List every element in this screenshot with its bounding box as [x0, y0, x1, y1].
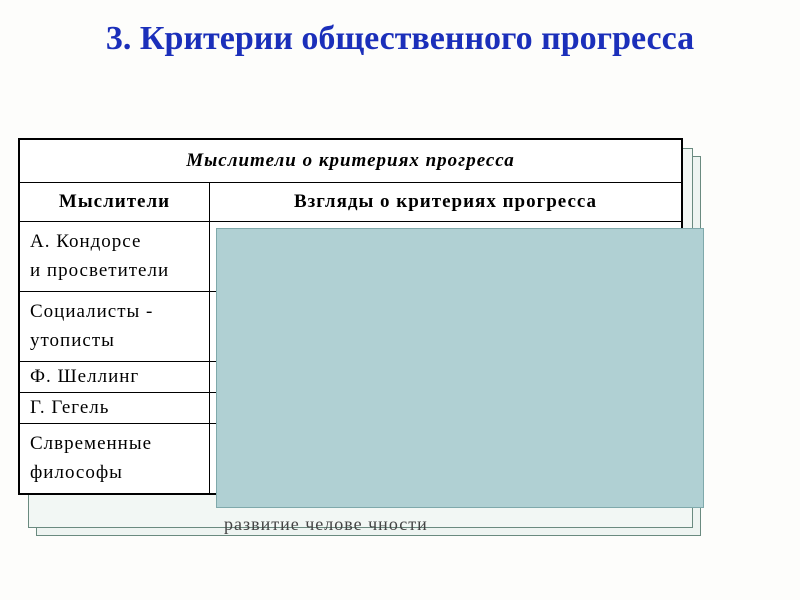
- thinker-cell: А. Кондорсеи просветители: [20, 222, 210, 292]
- thinker-cell: Г. Гегель: [20, 393, 210, 424]
- thinker-cell: Слвременныефилософы: [20, 424, 210, 494]
- table-caption-row: Мыслители о критериях прогресса: [20, 140, 682, 183]
- slide-title: 3. Критерии общественного прогресса: [0, 0, 800, 71]
- obscured-bottom-text: развитие челове чности: [224, 514, 428, 535]
- covering-rectangle: [216, 228, 704, 508]
- table-caption: Мыслители о критериях прогресса: [20, 140, 682, 183]
- header-thinkers: Мыслители: [20, 183, 210, 222]
- thinker-cell: Ф. Шеллинг: [20, 362, 210, 393]
- header-views: Взгляды о критериях прогресса: [210, 183, 682, 222]
- thinker-cell: Социалисты ‑утописты: [20, 292, 210, 362]
- table-header-row: Мыслители Взгляды о критериях прогресса: [20, 183, 682, 222]
